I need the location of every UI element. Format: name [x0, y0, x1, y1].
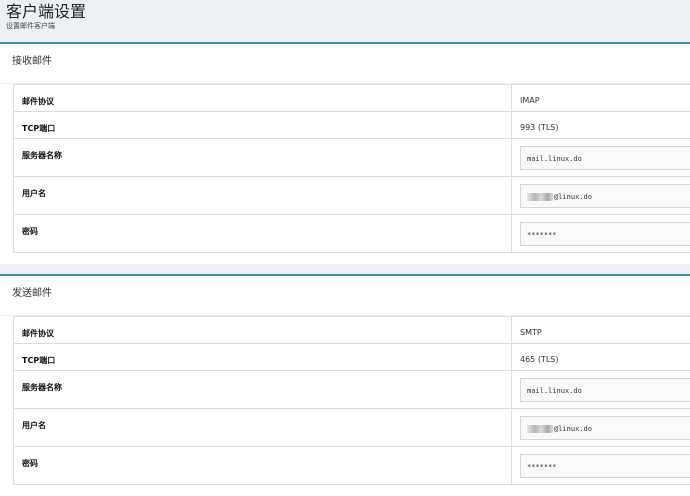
password-field[interactable]: ******* — [520, 454, 690, 478]
outgoing-mail-title: 发送邮件 — [0, 276, 690, 316]
server-label: 服务器名称 — [13, 370, 512, 409]
server-field[interactable]: mail.linux.do — [520, 146, 690, 170]
page-title: 客户端设置 — [6, 2, 87, 21]
incoming-mail-panel: 接收邮件 邮件协议 IMAP TCP端口 993 (TLS) 服务器名称 mai… — [0, 42, 690, 264]
username-label: 用户名 — [13, 176, 512, 215]
table-row: 服务器名称 mail.linux.do — [13, 138, 690, 177]
page-subtitle: 设置邮件客户端 — [6, 22, 55, 30]
table-row: 服务器名称 mail.linux.do — [13, 370, 690, 409]
protocol-label: 邮件协议 — [13, 316, 512, 344]
password-field[interactable]: ******* — [520, 222, 690, 246]
username-field[interactable]: @linux.do — [520, 416, 690, 440]
username-field[interactable]: @linux.do — [520, 184, 690, 208]
password-label: 密码 — [13, 446, 512, 485]
table-row: TCP端口 465 (TLS) — [13, 343, 690, 371]
username-domain: @linux.do — [554, 425, 592, 433]
redacted-username — [527, 193, 553, 201]
incoming-settings-table: 邮件协议 IMAP TCP端口 993 (TLS) 服务器名称 mail.lin… — [13, 84, 690, 253]
password-label: 密码 — [13, 214, 512, 253]
table-row: 邮件协议 SMTP — [13, 316, 690, 344]
table-row: 用户名 @linux.do — [13, 408, 690, 447]
server-field[interactable]: mail.linux.do — [520, 378, 690, 402]
redacted-username — [527, 425, 553, 433]
server-label: 服务器名称 — [13, 138, 512, 177]
table-row: 密码 ******* — [13, 214, 690, 253]
protocol-value: IMAP — [511, 84, 690, 112]
port-label: TCP端口 — [13, 111, 512, 139]
outgoing-settings-table: 邮件协议 SMTP TCP端口 465 (TLS) 服务器名称 mail.lin… — [13, 316, 690, 485]
outgoing-mail-panel: 发送邮件 邮件协议 SMTP TCP端口 465 (TLS) 服务器名称 mai… — [0, 274, 690, 496]
username-label: 用户名 — [13, 408, 512, 447]
table-row: 用户名 @linux.do — [13, 176, 690, 215]
table-row: TCP端口 993 (TLS) — [13, 111, 690, 139]
port-label: TCP端口 — [13, 343, 512, 371]
table-row: 密码 ******* — [13, 446, 690, 485]
incoming-mail-title: 接收邮件 — [0, 44, 690, 84]
username-domain: @linux.do — [554, 193, 592, 201]
table-row: 邮件协议 IMAP — [13, 84, 690, 112]
protocol-value: SMTP — [511, 316, 690, 344]
protocol-label: 邮件协议 — [13, 84, 512, 112]
port-value: 993 (TLS) — [511, 111, 690, 139]
port-value: 465 (TLS) — [511, 343, 690, 371]
